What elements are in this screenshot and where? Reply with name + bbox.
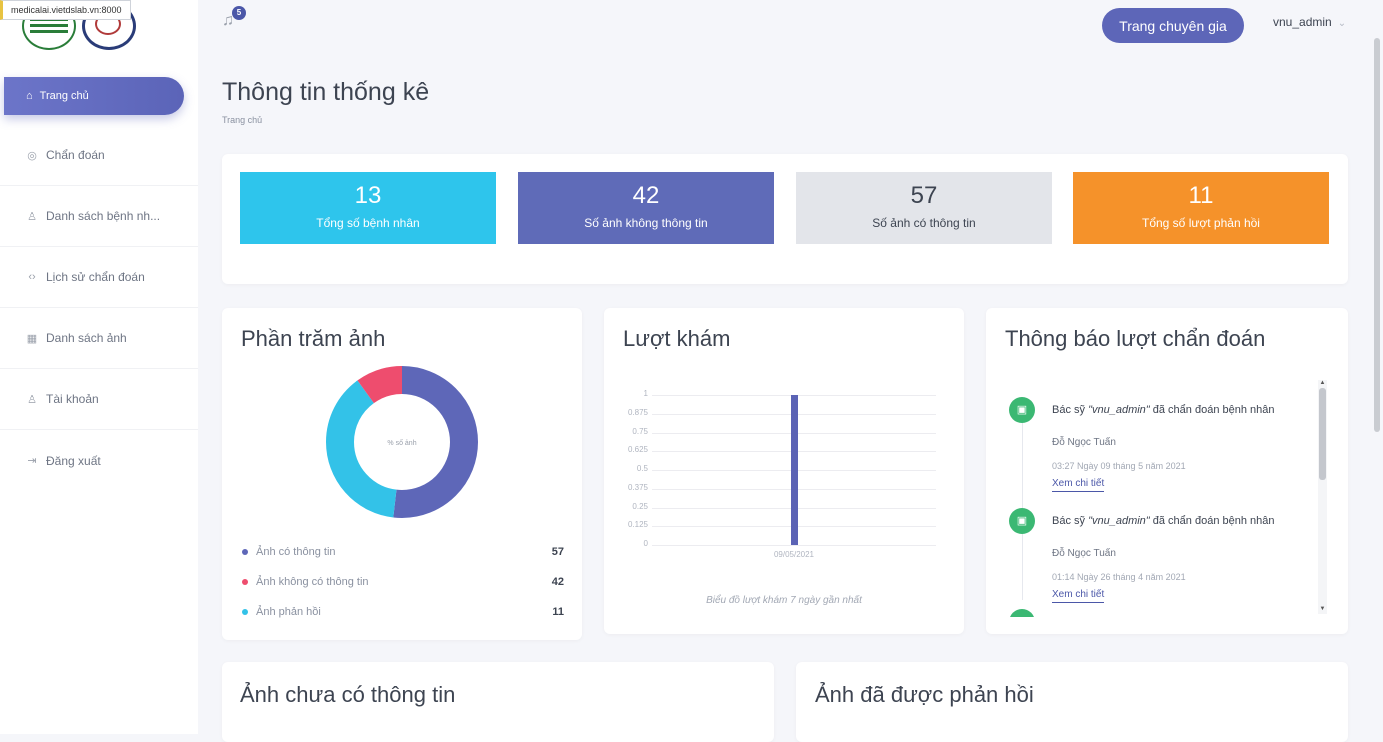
sidebar-item-label: Đăng xuất [46,453,101,468]
notification-time: 01:14 Ngày 26 tháng 4 năm 2021 [1052,572,1186,582]
y-tick-label: 0.25 [632,501,648,511]
stat-total-feedback: 11 Tổng số lượt phản hồi [1073,172,1329,244]
legend-row-feedback: Ảnh phản hồi 11 [242,606,567,618]
y-tick-label: 0.375 [627,482,648,492]
legend-label: Ảnh phản hồi [256,606,321,618]
notification-item: ▣ Bác sỹ "vnu_admin" đã chẩn đoán bệnh n… [1005,397,1320,497]
calendar-icon [1009,609,1035,617]
notification-message: Bác sỹ "vnu_admin" đã chẩn đoán bệnh nhâ… [1052,404,1275,416]
feedback-images-title: Ảnh đã được phản hồi [815,682,1034,707]
expert-page-button[interactable]: Trang chuyên gia [1102,8,1244,43]
page-title: Thông tin thống kê [222,78,430,106]
bar [791,395,798,545]
target-icon: ◎ [27,149,37,162]
stat-label: Số ảnh không thông tin [584,216,708,230]
sidebar-item-home[interactable]: ⌂ Trang chủ [4,77,184,115]
calendar-icon: ▣ [1009,508,1035,534]
stat-total-patients: 13 Tổng số bệnh nhân [240,172,496,244]
stat-images-without-info: 42 Số ảnh không thông tin [518,172,774,244]
url-tooltip: medicalai.vietdslab.vn:8000 [0,0,131,20]
y-tick-label: 0.625 [627,445,648,455]
legend-value: 11 [552,606,564,618]
stat-label: Số ảnh có thông tin [872,216,976,230]
legend-dot [242,549,248,556]
stat-value: 13 [354,182,382,209]
legend-row-without-info: Ảnh không có thông tin 42 [242,576,567,588]
notification-item: ▣ Bác sỹ "vnu_admin" đã chẩn đoán bệnh n… [1005,508,1320,608]
user-menu[interactable]: vnu_admin ⌄ [1273,15,1346,29]
stat-value: 11 [1188,182,1214,209]
sidebar-item-patients[interactable]: ♙ Danh sách bệnh nh... [0,186,198,247]
sidebar-item-images[interactable]: ▦ Danh sách ảnh [0,308,198,369]
legend-value: 57 [551,546,564,558]
username: vnu_admin [1273,15,1332,29]
patient-name: Đỗ Ngọc Tuấn [1052,548,1116,559]
stat-value: 42 [632,182,660,209]
sidebar-item-label: Danh sách bệnh nh... [46,209,161,223]
y-tick-label: 0 [643,539,648,548]
images-without-info-title: Ảnh chưa có thông tin [240,682,456,707]
y-tick-label: 1 [643,389,648,398]
grid-icon: ▦ [26,332,38,345]
donut-chart: % số ảnh [326,366,478,518]
sidebar-item-diagnose[interactable]: ◎ Chẩn đoán [0,125,198,186]
view-detail-link[interactable]: Xem chi tiết [1052,589,1105,603]
notification-time: 03:27 Ngày 09 tháng 5 năm 2021 [1052,461,1186,471]
sidebar-item-label: Danh sách ảnh [46,331,127,345]
scroll-down-arrow-icon[interactable]: ▼ [1318,606,1327,612]
y-tick-label: 0.125 [627,520,648,530]
stat-value: 57 [910,182,938,209]
sidebar: ⌂ Trang chủ ◎ Chẩn đoán ♙ Danh sách bệnh… [0,0,198,734]
stat-label: Tổng số lượt phản hồi [1142,216,1260,230]
visits-bar-chart: 1 0.875 0.75 0.625 0.5 0.375 0.25 0.125 0 09/05/2… [604,380,964,570]
home-icon: ⌂ [26,90,33,102]
notification-message: Bác sỹ "vnu_admin" đã chẩn đoán bệnh nhâ… [1052,515,1275,527]
notification-badge: 5 [232,6,246,20]
notifications-scrollbar[interactable]: ▲ ▼ [1318,380,1327,614]
stat-images-with-info: 57 Số ảnh có thông tin [796,172,1052,244]
legend-label: Ảnh có thông tin [256,546,336,558]
visits-chart-caption: Biểu đồ lượt khám 7 ngày gần nhất [706,595,862,606]
legend-dot [242,609,248,616]
sidebar-item-logout[interactable]: ⇥ Đăng xuất [0,430,198,491]
y-tick-label: 0.75 [632,426,648,436]
calendar-icon: ▣ [1009,397,1035,423]
donut-center-label: % số ảnh [387,438,416,447]
breadcrumb[interactable]: Trang chủ [222,115,262,125]
users-icon: ♙ [27,210,37,223]
legend-row-with-info: Ảnh có thông tin 57 [242,546,567,558]
sidebar-item-label: Lịch sử chẩn đoán [46,270,145,284]
topbar: ♫ 5 Trang chuyên gia vnu_admin ⌄ [198,0,1370,52]
scrollbar-thumb[interactable] [1374,38,1380,432]
x-tick-label: 09/05/2021 [773,550,815,559]
sidebar-item-label: Tài khoản [46,392,99,406]
legend-dot [242,579,248,586]
sidebar-item-history[interactable]: ‹› Lịch sử chẩn đoán [0,247,198,308]
stat-label: Tổng số bệnh nhân [316,216,420,230]
patient-name: Đỗ Ngọc Tuấn [1052,437,1116,448]
logout-icon: ⇥ [27,455,37,467]
percent-card-title: Phần trăm ảnh [241,326,386,351]
code-icon: ‹› [28,271,36,283]
y-tick-label: 0.875 [627,407,648,417]
sidebar-item-label: Trang chủ [39,90,89,102]
legend-value: 42 [551,576,564,588]
scroll-up-arrow-icon[interactable]: ▲ [1318,380,1327,386]
page-scrollbar[interactable] [1372,0,1383,734]
visits-card-title: Lượt khám [623,326,731,351]
notifications-card-title: Thông báo lượt chẩn đoán [1005,326,1266,351]
y-tick-label: 0.5 [636,464,648,473]
sidebar-item-label: Chẩn đoán [46,148,105,162]
view-detail-link[interactable]: Xem chi tiết [1052,478,1105,492]
chevron-down-icon: ⌄ [1337,18,1347,29]
user-icon: ♙ [27,393,37,406]
gridline [652,545,936,546]
notification-item-partial [1009,609,1035,617]
legend-label: Ảnh không có thông tin [256,576,369,588]
scrollbar-thumb[interactable] [1319,388,1326,480]
sidebar-item-account[interactable]: ♙ Tài khoản [0,369,198,430]
